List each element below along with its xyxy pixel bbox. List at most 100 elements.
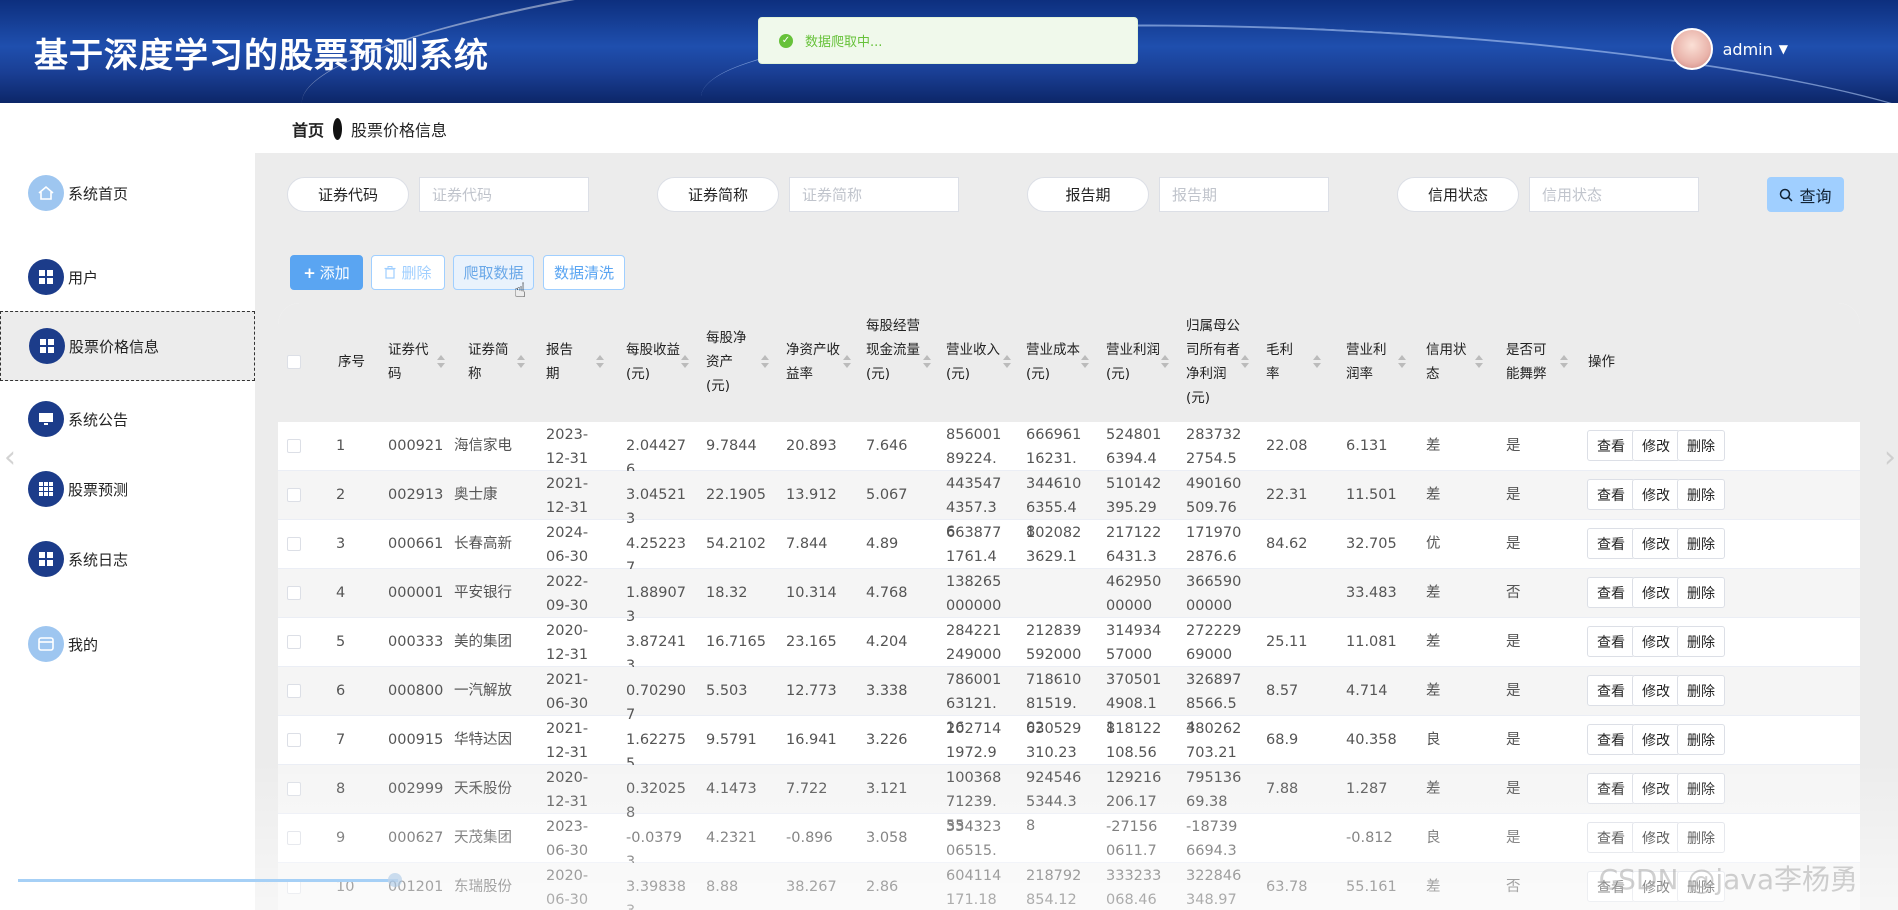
cell-code: 000661 [388, 536, 444, 552]
delete-button[interactable]: 删除 [1677, 626, 1725, 657]
row-checkbox[interactable] [287, 635, 301, 649]
view-button[interactable]: 查看 [1587, 822, 1635, 853]
delete-button[interactable]: 删除 [1677, 479, 1725, 510]
sort-icon[interactable] [681, 355, 689, 369]
edit-button[interactable]: 修改 [1632, 577, 1680, 608]
cell-bvps: 4.2321 [706, 830, 757, 846]
username[interactable]: admin [1723, 40, 1773, 59]
sidebar-item-mine[interactable]: 我的 [0, 609, 255, 679]
column-header-bvps[interactable]: 每股净资产(元) [706, 326, 750, 398]
clean-data-button[interactable]: 数据清洗 [543, 255, 625, 290]
sort-icon[interactable] [517, 355, 525, 369]
add-button[interactable]: + 添加 [290, 255, 363, 290]
sort-icon[interactable] [437, 355, 445, 369]
edit-button[interactable]: 修改 [1632, 528, 1680, 559]
column-header-gross-margin[interactable]: 毛利率 [1266, 338, 1296, 386]
column-header-credit[interactable]: 信用状态 [1426, 338, 1470, 386]
video-progress-bar[interactable] [18, 879, 398, 882]
sidebar-item-logs[interactable]: 系统日志 [0, 524, 255, 594]
edit-button[interactable]: 修改 [1632, 724, 1680, 755]
row-checkbox[interactable] [287, 488, 301, 502]
query-button[interactable]: 查询 [1767, 177, 1844, 212]
sort-icon[interactable] [1560, 355, 1568, 369]
select-all-checkbox[interactable] [287, 355, 301, 369]
sort-icon[interactable] [761, 355, 769, 369]
sort-icon[interactable] [1161, 355, 1169, 369]
column-header-roe[interactable]: 净资产收益率 [786, 338, 846, 386]
sidebar-item-stock-price[interactable]: 股票价格信息 [0, 311, 255, 381]
sort-icon[interactable] [596, 355, 604, 369]
edit-button[interactable]: 修改 [1632, 430, 1680, 461]
cell-roe: 20.893 [786, 438, 837, 454]
sort-icon[interactable] [1003, 355, 1011, 369]
row-checkbox[interactable] [287, 684, 301, 698]
edit-button[interactable]: 修改 [1632, 675, 1680, 706]
avatar[interactable] [1670, 28, 1713, 70]
chevron-right-icon[interactable]: › [1884, 440, 1896, 475]
column-header-net-profit[interactable]: 归属母公司所有者净利润(元) [1186, 314, 1244, 410]
view-button[interactable]: 查看 [1587, 528, 1635, 559]
edit-button[interactable]: 修改 [1632, 773, 1680, 804]
cell-credit: 差 [1426, 438, 1441, 454]
column-header-eps[interactable]: 每股收益(元) [626, 338, 682, 386]
edit-button[interactable]: 修改 [1632, 822, 1680, 853]
row-checkbox[interactable] [287, 733, 301, 747]
sidebar-item-home[interactable]: 系统首页 [0, 158, 255, 228]
row-checkbox[interactable] [287, 439, 301, 453]
column-header-op-margin[interactable]: 营业利润率 [1346, 338, 1390, 386]
caret-down-icon[interactable]: ▼ [1779, 42, 1788, 56]
cell-op-margin: 4.714 [1346, 683, 1388, 699]
view-button[interactable]: 查看 [1587, 773, 1635, 804]
delete-button[interactable]: 删除 [1677, 822, 1725, 853]
column-header-fraud[interactable]: 是否可能舞弊 [1506, 338, 1550, 386]
sort-icon[interactable] [843, 355, 851, 369]
user-menu[interactable]: admin ▼ [1670, 28, 1788, 70]
search-input-credit[interactable] [1529, 177, 1699, 212]
edit-button[interactable]: 修改 [1632, 479, 1680, 510]
view-button[interactable]: 查看 [1587, 675, 1635, 706]
edit-button[interactable]: 修改 [1632, 626, 1680, 657]
batch-delete-button[interactable]: 删除 [371, 255, 445, 290]
search-input-name[interactable] [789, 177, 959, 212]
sidebar-item-prediction[interactable]: 股票预测 [0, 454, 255, 524]
row-checkbox[interactable] [287, 586, 301, 600]
video-progress-knob[interactable] [388, 873, 402, 887]
view-button[interactable]: 查看 [1587, 577, 1635, 608]
view-button[interactable]: 查看 [1587, 479, 1635, 510]
column-header-cost[interactable]: 营业成本(元) [1026, 338, 1082, 386]
delete-button[interactable]: 删除 [1677, 675, 1725, 706]
delete-button[interactable]: 删除 [1677, 528, 1725, 559]
chevron-left-icon[interactable]: ‹ [4, 440, 16, 475]
sort-icon[interactable] [1241, 355, 1249, 369]
row-checkbox[interactable] [287, 537, 301, 551]
view-button[interactable]: 查看 [1587, 626, 1635, 657]
search-input-code[interactable] [419, 177, 589, 212]
delete-button[interactable]: 删除 [1677, 577, 1725, 608]
column-header-cashflow[interactable]: 每股经营现金流量(元) [866, 314, 922, 386]
sort-icon[interactable] [1475, 355, 1483, 369]
delete-button[interactable]: 删除 [1677, 773, 1725, 804]
breadcrumb-home[interactable]: 首页 [292, 117, 324, 141]
row-checkbox[interactable] [287, 831, 301, 845]
search-input-period[interactable] [1159, 177, 1329, 212]
delete-button[interactable]: 删除 [1677, 724, 1725, 755]
view-button[interactable]: 查看 [1587, 430, 1635, 461]
row-checkbox[interactable] [287, 880, 301, 894]
row-checkbox[interactable] [287, 782, 301, 796]
view-button[interactable]: 查看 [1587, 724, 1635, 755]
sidebar-item-users[interactable]: 用户 [0, 242, 255, 312]
sort-icon[interactable] [1313, 355, 1321, 369]
column-header-op-profit[interactable]: 营业利润(元) [1106, 338, 1162, 386]
sort-icon[interactable] [923, 355, 931, 369]
sidebar-item-announcements[interactable]: 系统公告 [0, 384, 255, 454]
delete-button[interactable]: 删除 [1677, 430, 1725, 461]
cell-code: 002999 [388, 781, 444, 797]
sort-icon[interactable] [1081, 355, 1089, 369]
search-icon [1780, 188, 1794, 202]
cell-op-margin: 40.358 [1346, 732, 1397, 748]
column-header-code[interactable]: 证券代码 [388, 338, 432, 386]
sort-icon[interactable] [1398, 355, 1406, 369]
column-header-revenue[interactable]: 营业收入(元) [946, 338, 1002, 386]
column-header-period[interactable]: 报告期 [546, 338, 576, 386]
column-header-name[interactable]: 证券简称 [468, 338, 512, 386]
